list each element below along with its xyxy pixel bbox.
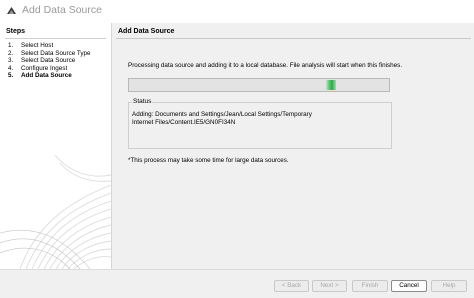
button-bar: < Back Next > Finish Cancel Help [0, 269, 474, 298]
main-divider [116, 38, 471, 39]
indeterminate-progress-bar [128, 78, 390, 92]
main-panel: Add Data Source Processing data source a… [111, 23, 474, 269]
steps-divider [5, 38, 106, 39]
steps-list: 1. Select Host 2. Select Data Source Type … [8, 42, 91, 80]
window-title: Add Data Source [22, 4, 102, 16]
finish-button[interactable]: Finish [352, 280, 388, 292]
step-label: Select Data Source Type [21, 49, 91, 57]
status-group: Status Adding: Documents and Settings/Je… [128, 98, 392, 149]
help-button[interactable]: Help [431, 280, 467, 292]
status-legend: Status [132, 98, 153, 105]
step-item-select-data-source-type: 2. Select Data Source Type [8, 49, 91, 57]
large-source-note: *This process may take some time for lar… [128, 157, 289, 164]
status-text: Adding: Documents and Settings/Jean/Loca… [132, 111, 312, 126]
title-bar: Add Data Source [0, 0, 474, 22]
step-item-configure-ingest: 4. Configure Ingest [8, 64, 68, 72]
step-item-add-data-source: 5. Add Data Source [8, 72, 72, 80]
steps-header: Steps [6, 28, 26, 35]
steps-panel: Steps 1. Select Host 2. Select Data Source… [0, 23, 111, 269]
step-label: Configure Ingest [21, 64, 68, 72]
main-header: Add Data Source [118, 28, 175, 35]
next-button[interactable]: Next > [312, 280, 347, 292]
decorative-swirl-graphic [0, 154, 111, 269]
step-label: Select Host [21, 42, 54, 49]
processing-message: Processing data source and adding it to … [128, 62, 403, 69]
step-item-select-host: 1. Select Host [8, 42, 54, 49]
back-button[interactable]: < Back [274, 280, 309, 292]
app-logo-icon [7, 7, 16, 14]
progress-animation-chunk [326, 80, 336, 90]
step-item-select-data-source: 3. Select Data Source [8, 57, 76, 65]
cancel-button[interactable]: Cancel [391, 280, 427, 292]
step-label: Add Data Source [21, 72, 72, 80]
step-label: Select Data Source [21, 57, 76, 65]
